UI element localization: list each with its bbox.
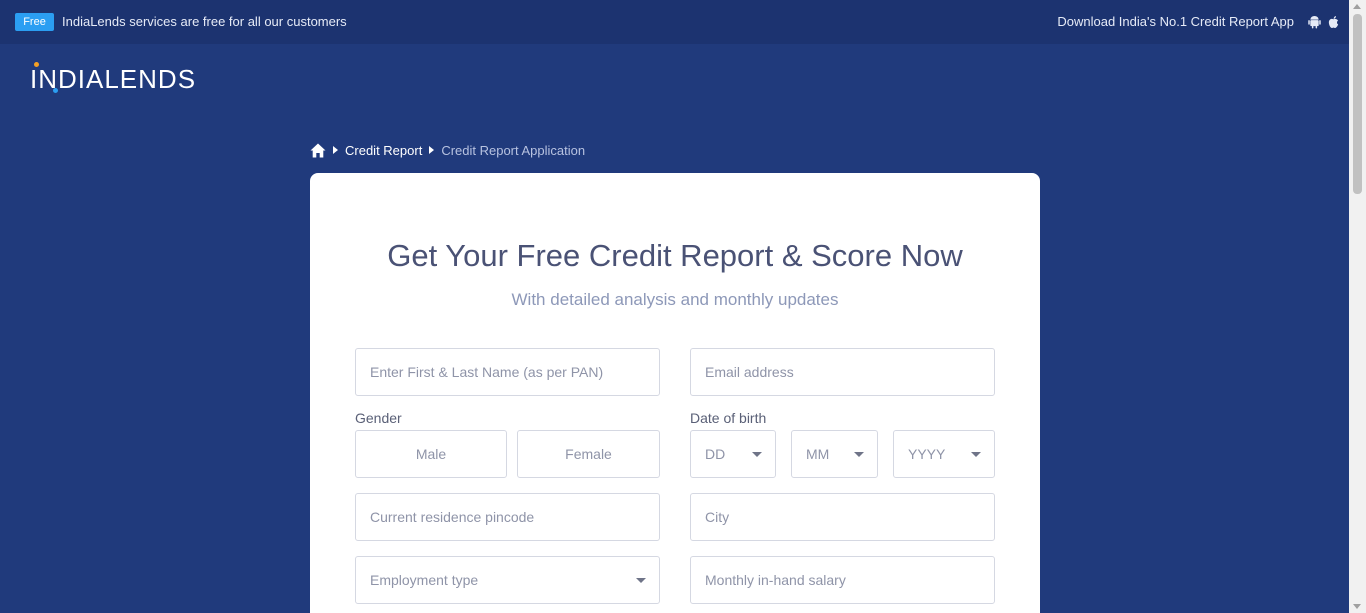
gender-label: Gender <box>355 410 402 426</box>
chevron-down-icon <box>854 452 864 457</box>
dob-label: Date of birth <box>690 410 767 426</box>
employment-type-select[interactable]: Employment type <box>355 556 660 604</box>
scrollbar-thumb[interactable] <box>1353 14 1362 194</box>
scroll-down-icon[interactable] <box>1353 604 1361 609</box>
free-badge: Free <box>15 13 54 31</box>
indialends-logo[interactable]: INDIALENDS <box>30 62 215 96</box>
chevron-down-icon <box>636 578 646 583</box>
email-input[interactable]: Email address <box>690 348 995 396</box>
top-bar: Free IndiaLends services are free for al… <box>0 0 1349 44</box>
credit-report-form-card: Get Your Free Credit Report & Score Now … <box>310 173 1040 613</box>
employment-type-value: Employment type <box>370 572 479 588</box>
chevron-down-icon <box>752 452 762 457</box>
dob-month-select[interactable]: MM <box>791 430 878 478</box>
chevron-down-icon <box>971 452 981 457</box>
home-icon[interactable] <box>310 143 326 158</box>
dob-day-select[interactable]: DD <box>690 430 776 478</box>
dob-year-select[interactable]: YYYY <box>893 430 995 478</box>
form-subtitle: With detailed analysis and monthly updat… <box>511 290 839 309</box>
gender-male-button[interactable]: Male <box>355 430 507 478</box>
salary-input[interactable]: Monthly in-hand salary <box>690 556 995 604</box>
breadcrumb-separator-icon <box>429 146 435 154</box>
dob-month-value: MM <box>806 446 830 462</box>
city-input[interactable]: City <box>690 493 995 541</box>
breadcrumb-credit-report[interactable]: Credit Report <box>345 143 422 158</box>
name-input[interactable]: Enter First & Last Name (as per PAN) <box>355 348 660 396</box>
pincode-input[interactable]: Current residence pincode <box>355 493 660 541</box>
breadcrumb-separator-icon <box>333 146 338 154</box>
breadcrumb: Credit Report Credit Report Application <box>310 141 585 159</box>
form-title: Get Your Free Credit Report & Score Now <box>387 238 963 273</box>
free-services-message: IndiaLends services are free for all our… <box>62 14 347 29</box>
gender-female-button[interactable]: Female <box>517 430 660 478</box>
logo-dot-orange <box>34 62 39 67</box>
page-scrollbar[interactable] <box>1349 0 1366 613</box>
download-app-link[interactable]: Download India's No.1 Credit Report App <box>1057 14 1294 29</box>
android-icon[interactable] <box>1308 15 1321 29</box>
dob-day-value: DD <box>705 446 726 462</box>
dob-year-value: YYYY <box>908 446 946 462</box>
logo-dot-blue <box>53 88 58 93</box>
breadcrumb-current-page: Credit Report Application <box>441 142 586 158</box>
scroll-up-icon[interactable] <box>1353 4 1361 9</box>
apple-icon[interactable] <box>1327 15 1340 29</box>
